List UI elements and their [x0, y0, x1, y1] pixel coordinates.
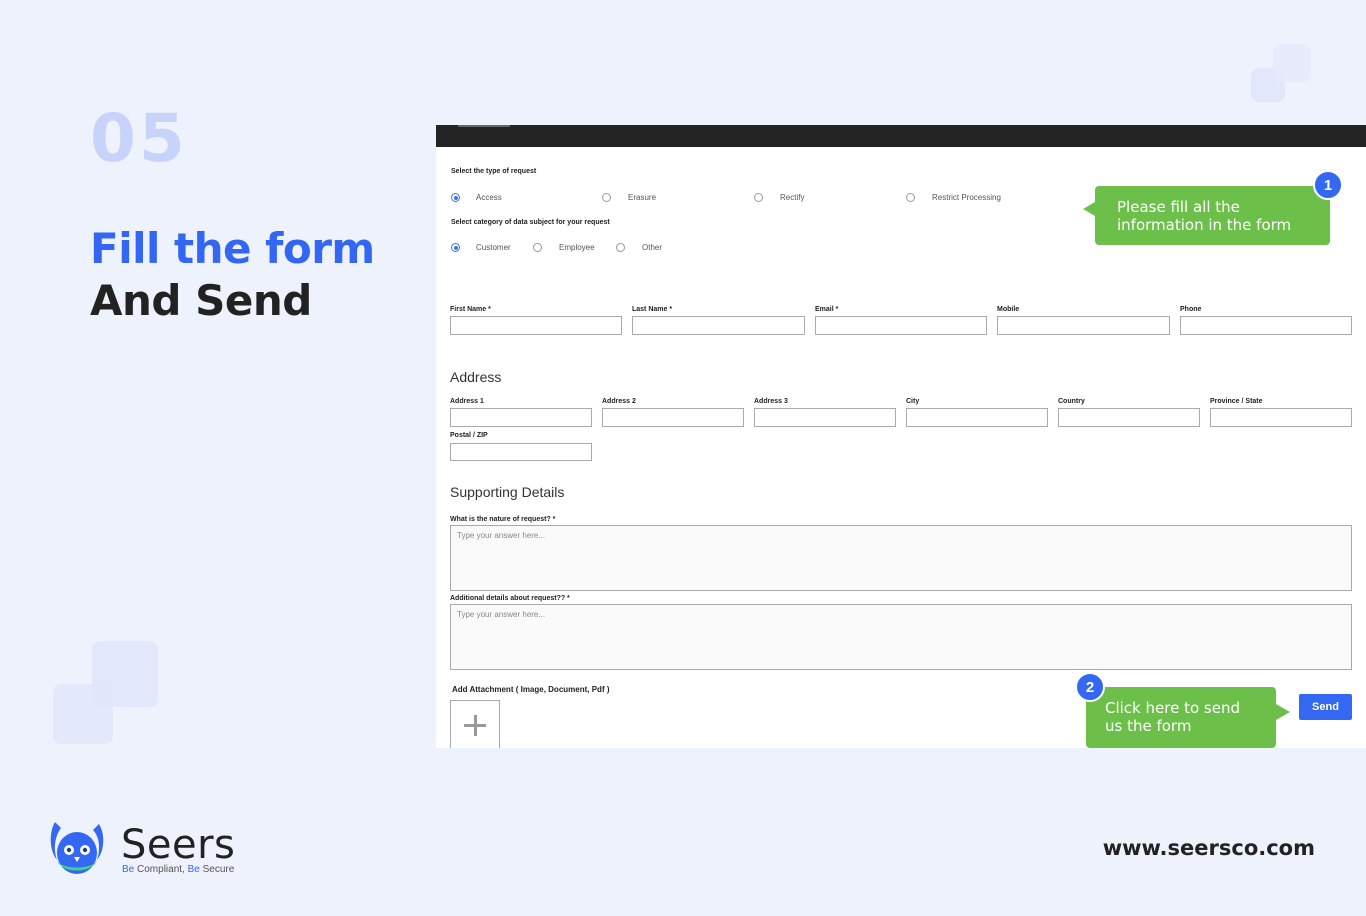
city-input[interactable]	[906, 408, 1048, 427]
radio-customer[interactable]	[451, 243, 460, 252]
radio-restrict-processing[interactable]	[906, 193, 915, 202]
seers-owl-logo	[50, 822, 104, 874]
headline-secondary: And Send	[90, 276, 312, 325]
phone-input[interactable]	[1180, 316, 1352, 335]
address3-label: Address 3	[754, 398, 788, 405]
country-label: Country	[1058, 398, 1085, 405]
website-url[interactable]: www.seersco.com	[1103, 836, 1315, 860]
radio-label-access: Access	[476, 193, 502, 202]
add-attachment-button[interactable]	[450, 700, 500, 748]
supporting-section-title: Supporting Details	[450, 484, 565, 500]
city-label: City	[906, 398, 920, 405]
radio-label-employee: Employee	[559, 243, 595, 252]
step-badge-2: 2	[1075, 672, 1105, 702]
radio-label-customer: Customer	[476, 243, 511, 252]
first-name-label: First Name *	[450, 306, 491, 313]
step-badge-1: 1	[1313, 170, 1343, 200]
address1-input[interactable]	[450, 408, 592, 427]
email-label: Email *	[815, 306, 839, 313]
step-number: 05	[90, 100, 188, 177]
address3-input[interactable]	[754, 408, 896, 427]
postal-input[interactable]	[450, 443, 592, 461]
top-bar	[436, 125, 1366, 147]
subject-category-label: Select category of data subject for your…	[451, 219, 610, 226]
callout-send: Click here to send us the form	[1086, 687, 1290, 748]
radio-label-rectify: Rectify	[780, 193, 805, 202]
address2-input[interactable]	[602, 408, 744, 427]
address-section-title: Address	[450, 369, 502, 385]
brand-tagline: Be Compliant, Be Secure	[122, 864, 235, 875]
province-input[interactable]	[1210, 408, 1352, 427]
country-input[interactable]	[1058, 408, 1200, 427]
mobile-input[interactable]	[997, 316, 1170, 335]
radio-employee[interactable]	[533, 243, 542, 252]
email-input[interactable]	[815, 316, 987, 335]
additional-textarea[interactable]: Type your answer here...	[450, 604, 1352, 670]
last-name-label: Last Name *	[632, 306, 673, 313]
last-name-input[interactable]	[632, 316, 805, 335]
postal-label: Postal / ZIP	[450, 432, 488, 439]
brand-name: Seers	[121, 822, 236, 868]
headline-primary: Fill the form	[90, 224, 375, 273]
radio-erasure[interactable]	[602, 193, 611, 202]
radio-access[interactable]	[451, 193, 460, 202]
radio-rectify[interactable]	[754, 193, 763, 202]
province-label: Province / State	[1210, 398, 1263, 405]
mobile-label: Mobile	[997, 306, 1020, 313]
first-name-input[interactable]	[450, 316, 622, 335]
attachment-label: Add Attachment ( Image, Document, Pdf )	[452, 685, 610, 694]
callout-fill-form: Please fill all the information in the f…	[1083, 186, 1330, 245]
radio-other[interactable]	[616, 243, 625, 252]
nature-textarea[interactable]: Type your answer here...	[450, 525, 1352, 591]
radio-label-erasure: Erasure	[628, 193, 657, 202]
address1-label: Address 1	[450, 398, 484, 405]
decor-square	[1273, 44, 1311, 82]
topbar-tab	[458, 125, 510, 127]
send-button[interactable]: Send	[1299, 694, 1352, 720]
additional-label: Additional details about request?? *	[450, 595, 570, 602]
nature-label: What is the nature of request? *	[450, 516, 556, 523]
address2-label: Address 2	[602, 398, 636, 405]
request-type-label: Select the type of request	[451, 168, 537, 175]
radio-label-restrict-processing: Restrict Processing	[932, 193, 1001, 202]
radio-label-other: Other	[642, 243, 663, 252]
plus-icon	[473, 715, 477, 736]
decor-square	[92, 641, 158, 707]
phone-label: Phone	[1180, 306, 1202, 313]
